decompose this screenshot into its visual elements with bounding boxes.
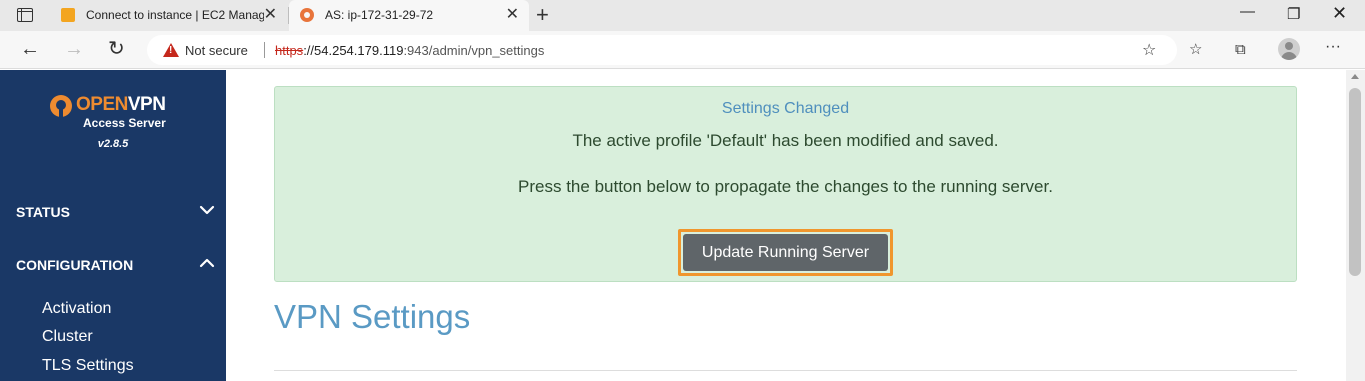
openvpn-logo-icon	[50, 95, 72, 117]
tab-title: Connect to instance | EC2 Manag	[86, 8, 264, 22]
update-button-highlight: Update Running Server	[678, 229, 893, 276]
close-icon[interactable]: ✕	[506, 6, 519, 24]
close-window-icon[interactable]: ✕	[1332, 3, 1347, 23]
page-scrollbar[interactable]	[1346, 70, 1365, 381]
tab-ec2[interactable]: Connect to instance | EC2 Manag ✕	[50, 0, 287, 31]
logo-text: OPENVPN	[76, 94, 166, 115]
restore-icon[interactable]: ❐	[1287, 5, 1300, 25]
url-path: :943/admin/vpn_settings	[403, 43, 545, 58]
more-menu-icon[interactable]: ···	[1325, 38, 1341, 56]
update-running-server-button[interactable]: Update Running Server	[683, 234, 888, 271]
sidebar-item-tls-settings[interactable]: TLS Settings	[42, 357, 134, 375]
url-text[interactable]: https://54.254.179.119:943/admin/vpn_set…	[275, 43, 544, 58]
url-scheme: https	[275, 43, 304, 58]
security-label[interactable]: Not secure	[185, 43, 248, 58]
openvpn-logo[interactable]: OPENVPN Access Server	[50, 94, 190, 134]
alert-message: The active profile 'Default' has been mo…	[572, 131, 999, 150]
sidebar-section-configuration[interactable]: CONFIGURATION	[16, 257, 216, 273]
reload-icon[interactable]: ↻	[108, 38, 125, 60]
alert-instruction: Press the button below to propagate the …	[518, 177, 1053, 196]
sidebar-section-status[interactable]: STATUS	[16, 204, 216, 220]
chevron-down-icon	[198, 201, 216, 219]
url-divider	[264, 42, 265, 58]
scroll-thumb[interactable]	[1349, 88, 1361, 276]
browser-toolbar: ← → ↻ Not secure https://54.254.179.119:…	[0, 31, 1365, 69]
window-menu-icon[interactable]	[17, 8, 33, 22]
sidebar: OPENVPN Access Server v2.8.5 STATUS CONF…	[0, 70, 226, 381]
url-host: ://54.254.179.119	[303, 43, 404, 58]
logo-subtitle: Access Server	[83, 116, 166, 130]
settings-changed-alert: Settings Changed The active profile 'Def…	[274, 86, 1297, 282]
favorites-icon[interactable]: ☆	[1189, 41, 1202, 59]
back-arrow-icon[interactable]: ←	[20, 38, 40, 60]
tab-openvpn[interactable]: AS: ip-172-31-29-72 ✕	[289, 0, 529, 31]
collections-icon[interactable]: ⧉	[1235, 41, 1246, 59]
version-label: v2.8.5	[97, 138, 129, 150]
close-icon[interactable]: ✕	[264, 6, 277, 24]
tab-strip: Connect to instance | EC2 Manag ✕ AS: ip…	[0, 0, 1365, 31]
aws-icon	[61, 8, 75, 22]
sidebar-item-cluster[interactable]: Cluster	[42, 328, 93, 346]
sidebar-section-label: CONFIGURATION	[16, 257, 134, 273]
minimize-icon[interactable]: —	[1240, 2, 1255, 22]
sidebar-item-activation[interactable]: Activation	[42, 300, 111, 318]
page-title: VPN Settings	[274, 298, 471, 335]
sidebar-section-label: STATUS	[16, 204, 70, 220]
address-bar[interactable]: Not secure https://54.254.179.119:943/ad…	[147, 35, 1177, 65]
scroll-up-arrow-icon[interactable]	[1351, 74, 1359, 79]
add-favorite-icon[interactable]: ☆	[1142, 40, 1156, 60]
openvpn-icon	[300, 8, 314, 22]
alert-title: Settings Changed	[721, 100, 850, 117]
new-tab-button[interactable]: +	[536, 3, 549, 27]
warning-icon[interactable]	[163, 43, 179, 57]
tab-title: AS: ip-172-31-29-72	[325, 8, 434, 22]
chevron-up-icon	[198, 254, 216, 272]
profile-avatar[interactable]	[1278, 38, 1300, 60]
main-content: Settings Changed The active profile 'Def…	[226, 70, 1346, 381]
section-divider	[274, 370, 1297, 371]
forward-arrow-icon[interactable]: →	[64, 38, 84, 60]
